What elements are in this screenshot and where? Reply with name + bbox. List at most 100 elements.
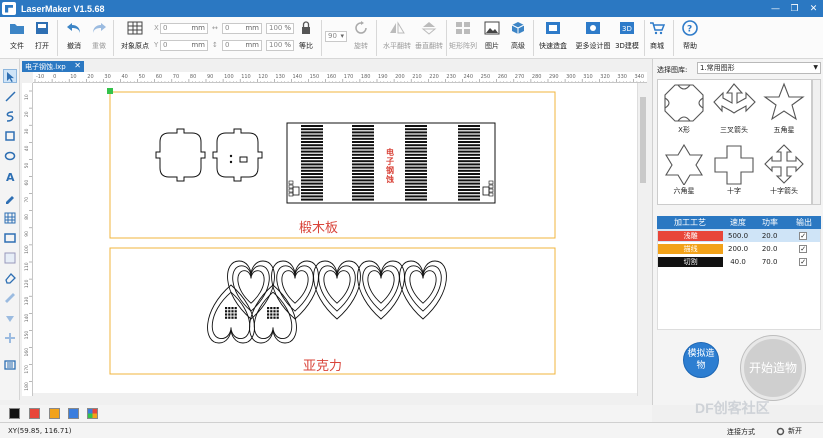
connect-mode[interactable]: 连接方式 bbox=[727, 427, 755, 437]
select-tool-icon[interactable] bbox=[3, 69, 17, 83]
folder-icon bbox=[8, 19, 26, 37]
shape-five-star[interactable]: 五角星 bbox=[761, 82, 807, 135]
width-percent-field[interactable]: 100% bbox=[266, 23, 294, 34]
height-field[interactable]: 0 mm bbox=[222, 40, 262, 51]
rectangle-tool-icon[interactable] bbox=[3, 129, 17, 143]
new-window-button[interactable]: 新开 bbox=[776, 426, 802, 436]
shape-cross-arrow[interactable]: 十字箭头 bbox=[761, 143, 807, 196]
open-button[interactable]: 打开 bbox=[27, 19, 57, 51]
x-field[interactable]: 0 mm bbox=[160, 23, 208, 34]
lock-ratio-button[interactable]: 等比 bbox=[293, 19, 319, 51]
measure-tool-icon[interactable] bbox=[3, 291, 17, 305]
vertical-scrollbar[interactable] bbox=[637, 83, 647, 396]
design-canvas[interactable]: 电子钢蚀 椴木板 亚克力 bbox=[33, 83, 637, 393]
output-checkbox[interactable]: ✓ bbox=[799, 244, 808, 253]
image-button[interactable]: 图片 bbox=[478, 19, 506, 51]
edit-node-icon[interactable] bbox=[3, 251, 17, 265]
help-button[interactable]: ? 帮助 bbox=[675, 19, 705, 51]
camera-tool-icon[interactable] bbox=[3, 357, 17, 371]
process-row-cut[interactable]: 切割 40.0 70.0 ✓ bbox=[658, 255, 820, 268]
rect-array-button[interactable]: 矩形阵列 bbox=[446, 19, 480, 51]
process-row-outline[interactable]: 描线 200.0 20.0 ✓ bbox=[658, 242, 820, 255]
ellipse-tool-icon[interactable] bbox=[3, 149, 17, 163]
frame-tool-icon[interactable] bbox=[3, 231, 17, 245]
cross-arrow-icon bbox=[764, 144, 804, 184]
redo-label: 重做 bbox=[92, 42, 106, 50]
rotate-angle-select[interactable]: 90 ▾ bbox=[325, 31, 347, 42]
shape-trident-arrow[interactable]: 三叉箭头 bbox=[711, 82, 757, 135]
shape-cross[interactable]: 十字 bbox=[711, 143, 757, 196]
quick-box-label: 快速造盒 bbox=[539, 42, 567, 50]
curve-tool-icon[interactable] bbox=[3, 109, 17, 123]
ruler-tick-label: 20 bbox=[87, 74, 93, 80]
six-star-icon bbox=[665, 143, 703, 185]
shape-six-star[interactable]: 六角星 bbox=[661, 143, 707, 196]
ruler-tick-label: 120 bbox=[258, 74, 268, 80]
ruler-tick-label: 160 bbox=[24, 348, 30, 357]
ruler-tick-label: 210 bbox=[412, 74, 422, 80]
offset-tool-icon[interactable] bbox=[3, 331, 17, 345]
color-swatch-orange[interactable] bbox=[49, 408, 60, 419]
flip-vertical-button[interactable]: 垂直翻转 bbox=[412, 19, 446, 51]
more-designs-button[interactable]: 更多设计图 bbox=[574, 19, 612, 51]
ruler-tick-label: 120 bbox=[24, 279, 30, 288]
text-tool-icon[interactable]: A bbox=[3, 169, 17, 183]
document-tab[interactable]: 电子钢蚀.lxp ✕ bbox=[22, 61, 84, 72]
shape-x[interactable]: X形 bbox=[661, 82, 707, 135]
color-swatch-red[interactable] bbox=[29, 408, 40, 419]
engrave-block bbox=[405, 125, 427, 201]
weld-tool-icon[interactable] bbox=[3, 311, 17, 325]
library-select[interactable]: 1.常用图形 ▼ bbox=[697, 62, 821, 74]
eraser-tool-icon[interactable] bbox=[3, 271, 17, 285]
flip-vertical-icon bbox=[420, 19, 438, 37]
engrave-block bbox=[352, 125, 374, 201]
line-tool-icon[interactable] bbox=[3, 89, 17, 103]
pen-tool-icon[interactable] bbox=[3, 191, 17, 205]
library-scrollbar[interactable] bbox=[812, 79, 821, 205]
width-field[interactable]: 0 mm bbox=[222, 23, 262, 34]
flip-horizontal-button[interactable]: 水平翻转 bbox=[380, 19, 414, 51]
ruler-tick-label: 180 bbox=[361, 74, 371, 80]
ruler-tick-label: 230 bbox=[446, 74, 456, 80]
ruler-tick-label: 110 bbox=[24, 262, 30, 271]
app-logo-icon bbox=[2, 2, 16, 15]
quick-box-button[interactable]: 快速造盒 bbox=[536, 19, 570, 51]
process-row-engrave[interactable]: 浅雕 500.0 20.0 ✓ bbox=[658, 229, 820, 242]
output-checkbox[interactable]: ✓ bbox=[799, 231, 808, 240]
left-toolbox: A bbox=[0, 59, 20, 400]
process-table: 加工工艺 速度 功率 输出 浅雕 500.0 20.0 ✓ 描线 200.0 2… bbox=[657, 216, 821, 330]
close-window-button[interactable]: ✕ bbox=[804, 0, 823, 17]
3d-model-button[interactable]: 3D 3D建模 bbox=[610, 19, 644, 51]
ruler-tick-label: 160 bbox=[327, 74, 337, 80]
output-checkbox[interactable]: ✓ bbox=[799, 257, 808, 266]
rotate-button[interactable]: 旋转 bbox=[348, 19, 374, 51]
minimize-button[interactable]: — bbox=[766, 0, 785, 17]
ruler-tick-label: 130 bbox=[275, 74, 285, 80]
library-label: 选择图库: bbox=[657, 66, 688, 74]
canvas-drawing[interactable]: 电子钢蚀 椴木板 亚克力 bbox=[33, 83, 637, 393]
ruler-tick-label: 100 bbox=[24, 245, 30, 254]
design-icon bbox=[584, 19, 602, 37]
color-swatch-black[interactable] bbox=[9, 408, 20, 419]
restore-button[interactable]: ❐ bbox=[785, 0, 804, 17]
start-button[interactable]: 开始造物 bbox=[741, 336, 805, 400]
height-percent-field[interactable]: 100% bbox=[266, 40, 294, 51]
y-field[interactable]: 0 mm bbox=[160, 40, 208, 51]
advanced-button[interactable]: 高级 bbox=[504, 19, 532, 51]
ruler-tick-label: 10 bbox=[24, 94, 30, 100]
close-tab-icon[interactable]: ✕ bbox=[74, 61, 81, 70]
shop-button[interactable]: 商城 bbox=[642, 19, 672, 51]
redo-button[interactable]: 重做 bbox=[84, 19, 114, 51]
align-origin-button[interactable]: 对象原点 bbox=[118, 19, 152, 51]
color-swatch-blue[interactable] bbox=[68, 408, 79, 419]
box-panel-right bbox=[212, 128, 263, 182]
simulate-button[interactable]: 模拟造物 bbox=[683, 342, 719, 378]
horizontal-scrollbar[interactable] bbox=[33, 393, 637, 401]
origin-handle[interactable] bbox=[107, 88, 113, 94]
color-swatch-more[interactable] bbox=[87, 408, 98, 419]
3d-model-label: 3D建模 bbox=[615, 42, 639, 50]
svg-text:?: ? bbox=[687, 25, 692, 35]
more-designs-label: 更多设计图 bbox=[575, 42, 611, 50]
vertical-ruler: 10 20 30 40 50 60 70 80 90 100 110 120 130 140 150 160 1… bbox=[22, 83, 33, 396]
grid-tool-icon[interactable] bbox=[3, 211, 17, 225]
